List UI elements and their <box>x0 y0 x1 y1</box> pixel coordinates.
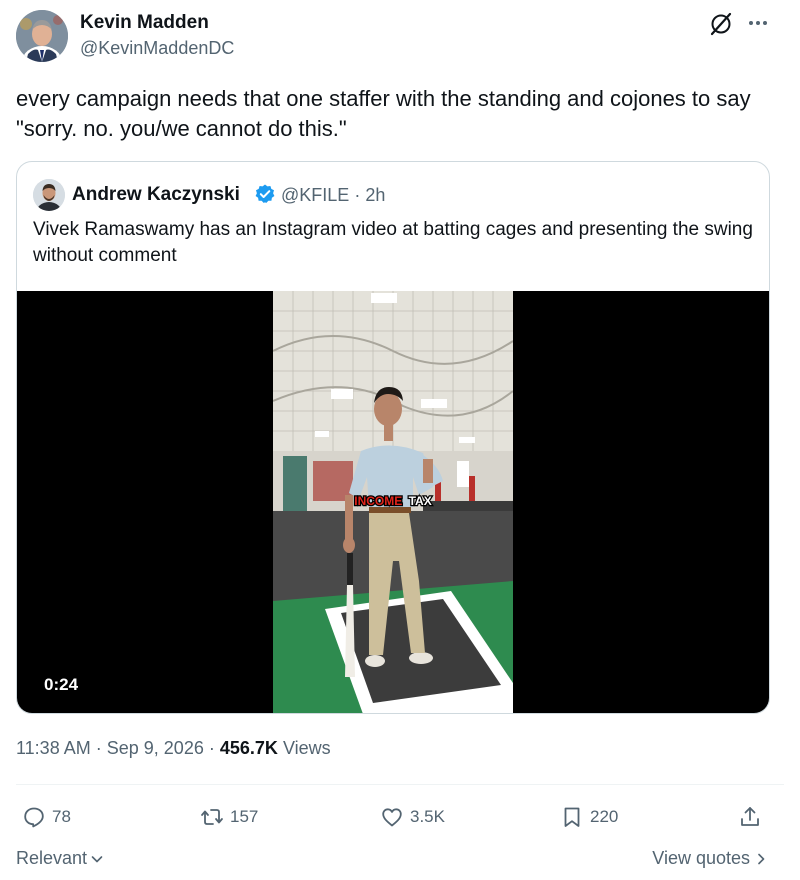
dot-separator: · <box>95 738 102 758</box>
quoted-tweet-text: Vivek Ramaswamy has an Instagram video a… <box>33 219 753 266</box>
author-name[interactable]: Kevin Madden <box>80 12 209 34</box>
quoted-author-avatar[interactable] <box>33 179 65 211</box>
quoted-meta: @KFILE · 2h <box>281 185 385 206</box>
quoted-author-name[interactable]: Andrew Kaczynski <box>72 184 240 206</box>
views-count[interactable]: 456.7K <box>220 738 278 758</box>
verified-icon <box>254 183 276 205</box>
quoted-tweet-card[interactable]: Andrew Kaczynski @KFILE · 2h Vivek Ramas… <box>16 161 770 714</box>
video-caption-word1: INCOME <box>354 494 402 508</box>
sort-dropdown[interactable]: Relevant <box>16 848 104 869</box>
repost-icon <box>201 809 223 825</box>
views-label: Views <box>282 738 331 758</box>
sort-label: Relevant <box>16 848 88 868</box>
divider <box>16 784 784 785</box>
tweet-timestamp: 11:38 AM · Sep 9, 2026 · 456.7K Views <box>16 738 331 759</box>
tweet-text: every campaign needs that one staffer wi… <box>16 86 751 141</box>
repost-button[interactable]: 157 <box>200 802 258 832</box>
grok-icon[interactable] <box>707 10 735 38</box>
view-quotes-label: View quotes <box>652 848 750 868</box>
quoted-time[interactable]: 2h <box>365 185 385 205</box>
video-duration: 0:24 <box>44 675 79 694</box>
video-thumbnail[interactable]: INCOME TAX <box>273 291 513 713</box>
author-handle[interactable]: @KevinMaddenDC <box>80 38 234 59</box>
share-icon <box>741 807 759 826</box>
view-quotes-link[interactable]: View quotes <box>652 848 766 869</box>
time[interactable]: 11:38 AM <box>16 738 91 758</box>
share-button[interactable] <box>738 802 762 832</box>
svg-text:INCOME TAX: INCOME TAX <box>354 494 431 508</box>
bookmark-count: 220 <box>590 807 619 826</box>
author-avatar[interactable] <box>16 10 68 62</box>
meta-separator: · <box>354 185 361 205</box>
dot-separator: · <box>208 738 215 758</box>
like-count: 3.5K <box>410 807 445 826</box>
bookmark-icon <box>564 807 580 827</box>
reply-button[interactable]: 78 <box>22 802 71 832</box>
more-icon[interactable] <box>745 10 771 36</box>
like-icon <box>382 808 402 827</box>
reply-icon <box>24 807 44 828</box>
chevron-down-icon <box>91 855 103 862</box>
bookmark-button[interactable]: 220 <box>560 802 618 832</box>
repost-count: 157 <box>230 807 259 826</box>
like-button[interactable]: 3.5K <box>380 802 445 832</box>
chevron-right-icon <box>758 853 765 864</box>
video-player[interactable]: INCOME TAX 0:24 <box>17 291 769 713</box>
video-caption-word2: TAX <box>409 494 432 508</box>
reply-count: 78 <box>52 807 71 826</box>
date[interactable]: Sep 9, 2026 <box>107 738 204 758</box>
quoted-handle[interactable]: @KFILE <box>281 185 349 205</box>
